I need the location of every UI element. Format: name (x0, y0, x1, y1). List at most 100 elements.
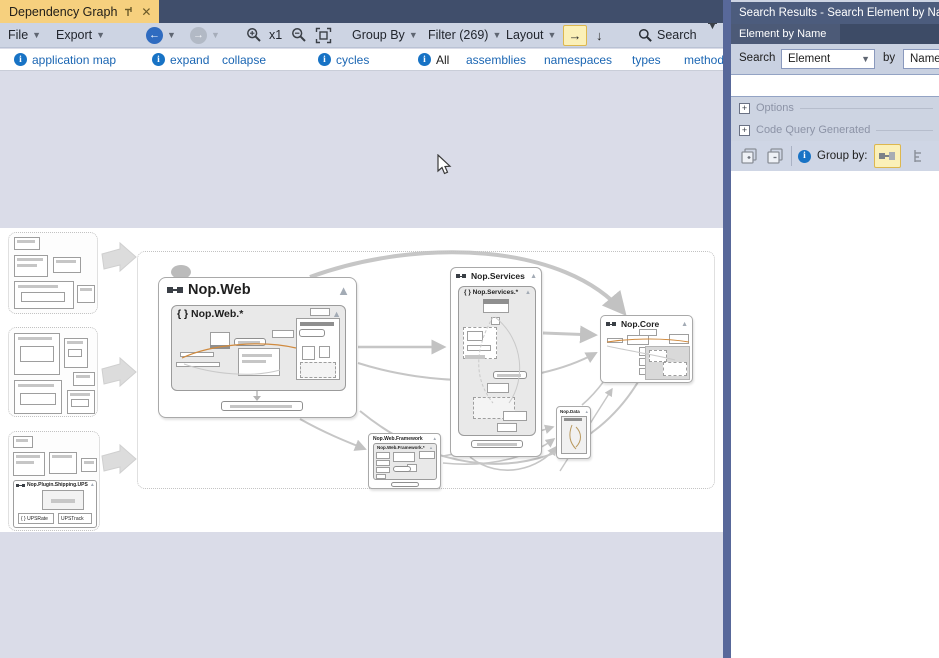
panel-splitter[interactable] (723, 0, 731, 658)
search-type-dropdown[interactable]: Element ▼ (781, 49, 875, 69)
expand-all-button[interactable] (739, 146, 759, 166)
collapse-icon[interactable]: ▲ (429, 446, 433, 450)
node-ups-assembly[interactable]: Nop.Plugin.Shipping.UPS ▲ { } UPSRate UP… (13, 480, 97, 528)
search-by-dropdown[interactable]: Name ▼ (903, 49, 939, 69)
mini-node (14, 333, 60, 375)
collapse-icon[interactable]: ▲ (337, 284, 350, 297)
node-nop-web[interactable]: Nop.Web ▲ { } Nop.Web.* ▲ (158, 277, 357, 418)
link-cycles[interactable]: icycles (318, 49, 369, 70)
search-results-panel: Search Results - Search Element by Name … (731, 0, 939, 658)
node-upstrack[interactable]: UPSTrack (58, 513, 92, 524)
link-application-map[interactable]: iapplication map (14, 49, 116, 70)
collapse-all-button[interactable] (765, 146, 785, 166)
mini-node (561, 416, 587, 454)
chevron-down-icon: ▼ (167, 30, 176, 40)
file-menu-button[interactable]: File▼ (8, 23, 41, 47)
pin-icon[interactable] (124, 6, 134, 17)
collapse-icon[interactable]: ▲ (530, 273, 537, 280)
mini-node (77, 285, 95, 303)
group-by-assembly-toggle[interactable] (874, 144, 901, 168)
namespace-nop-web-framework[interactable]: Nop.Web.Framework.* ▲ (373, 443, 437, 480)
collapse-icon[interactable]: ▲ (90, 483, 95, 488)
navigate-forward-button[interactable]: →▼ (190, 23, 220, 47)
node-label: Nop.Data (560, 409, 580, 414)
collapse-icon[interactable]: ▲ (681, 321, 688, 328)
mini-node (67, 390, 95, 414)
plus-icon[interactable]: + (739, 103, 750, 114)
layout-vertical-button[interactable]: ↓ (596, 23, 603, 47)
referenced-node[interactable] (391, 482, 419, 487)
chevron-down-icon: ▼ (492, 30, 501, 40)
mouse-cursor (437, 154, 452, 177)
close-icon[interactable]: ✕ (141, 6, 151, 18)
plugin-cluster-ups[interactable]: Nop.Plugin.Shipping.UPS ▲ { } UPSRate UP… (8, 431, 100, 531)
group-by-menu-button[interactable]: Group By▼ (352, 23, 418, 47)
divider (800, 108, 933, 109)
node-label: Nop.Plugin.Shipping.UPS (27, 482, 88, 488)
node-label: Nop.Core (621, 319, 659, 329)
node-nop-data[interactable]: Nop.Data ▲ (556, 406, 591, 459)
zoom-level: x1 (269, 23, 282, 47)
zoom-out-button[interactable] (291, 23, 307, 47)
divider (876, 130, 933, 131)
link-expand[interactable]: iexpand (152, 49, 209, 70)
layout-horizontal-button[interactable]: → (563, 25, 587, 46)
info-icon: i (152, 53, 165, 66)
options-expander[interactable]: + Options (731, 97, 939, 119)
info-icon: i (418, 53, 431, 66)
collapse-icon[interactable]: ▲ (525, 290, 531, 296)
layout-menu-button[interactable]: Layout▼ (506, 23, 556, 47)
code-query-expander[interactable]: + Code Query Generated (731, 119, 939, 141)
node-upsrate[interactable]: { } UPSRate (18, 513, 54, 524)
fit-to-view-button[interactable] (315, 23, 332, 47)
export-menu-button[interactable]: Export▼ (56, 23, 105, 47)
node-nop-core[interactable]: Nop.Core ▲ (600, 315, 693, 383)
toolbar-overflow-button[interactable]: ▼ (708, 23, 717, 47)
mini-node (14, 380, 62, 414)
mini-node (42, 490, 84, 510)
link-types[interactable]: types (632, 49, 661, 70)
mini-node (64, 338, 88, 368)
by-label: by (883, 52, 895, 64)
mini-node (14, 237, 40, 250)
tab-element-by-name[interactable]: Element by Name (731, 24, 840, 44)
node-nop-web-framework[interactable]: Nop.Web.Framework ▲ Nop.Web.Framework.* … (368, 433, 441, 489)
referenced-node[interactable] (471, 440, 523, 448)
zoom-in-button[interactable] (246, 23, 262, 47)
plugin-cluster-1[interactable] (8, 232, 98, 314)
plugin-cluster-2[interactable] (8, 327, 98, 417)
node-nop-services[interactable]: Nop.Services ▲ { } Nop.Services.* ▲ (450, 267, 542, 457)
search-query-input[interactable] (731, 74, 939, 97)
namespace-nop-web[interactable]: { } Nop.Web.* ▲ (171, 305, 346, 391)
panel-title[interactable]: Search Results - Search Element by Name (731, 2, 939, 24)
panel-results-body[interactable] (731, 171, 939, 658)
link-collapse[interactable]: collapse (222, 49, 266, 70)
link-namespaces[interactable]: namespaces (544, 49, 612, 70)
chevron-down-icon: ▼ (96, 30, 105, 40)
group-by-namespace-toggle[interactable] (907, 144, 934, 168)
search-label: Search (739, 52, 775, 64)
navigate-back-button[interactable]: ←▼ (146, 23, 176, 47)
panel-tab-row: Element by Name (731, 24, 939, 44)
namespace-nop-services[interactable]: { } Nop.Services.* ▲ (458, 286, 536, 436)
referenced-node[interactable] (221, 401, 303, 411)
graph-toolbar: File▼ Export▼ ←▼ →▼ x1 (0, 23, 723, 48)
panel-search-row: Search Element ▼ by Name ▼ (731, 44, 939, 74)
mini-node (49, 452, 77, 474)
fit-to-view-icon (315, 27, 332, 44)
app-window: Dependency Graph ✕ File▼ Export▼ ←▼ →▼ (0, 0, 939, 658)
mini-node (13, 436, 33, 448)
tab-dependency-graph[interactable]: Dependency Graph ✕ (0, 0, 159, 23)
mini-node (13, 452, 45, 476)
graph-canvas[interactable]: Nop.Plugin.Shipping.UPS ▲ { } UPSRate UP… (0, 71, 723, 658)
link-assemblies[interactable]: assemblies (466, 49, 526, 70)
collapse-icon[interactable]: ▲ (585, 410, 589, 414)
filter-menu-button[interactable]: Filter (269)▼ (428, 23, 501, 47)
search-button[interactable]: Search (638, 23, 697, 47)
back-icon: ← (146, 27, 163, 44)
link-all[interactable]: iAll (418, 49, 449, 70)
forward-icon: → (190, 27, 207, 44)
link-methods[interactable]: methods (684, 49, 723, 70)
collapse-icon[interactable]: ▲ (433, 437, 437, 442)
plus-icon[interactable]: + (739, 125, 750, 136)
